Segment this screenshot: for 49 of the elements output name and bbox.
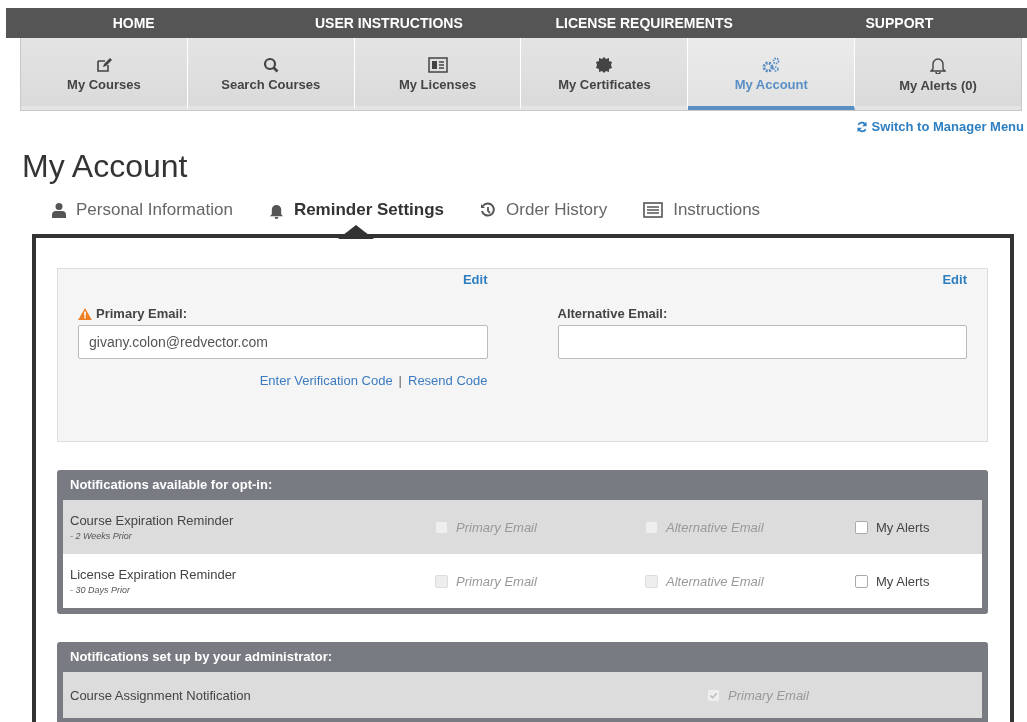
section-tab[interactable]: Order History (480, 198, 608, 222)
history-icon (480, 202, 497, 218)
separator: | (398, 373, 402, 388)
bell-icon (930, 55, 947, 74)
nav-tab[interactable]: My Licenses (354, 38, 522, 110)
nav-link[interactable]: LICENSE REQUIREMENTS (516, 15, 772, 31)
refresh-icon (855, 120, 868, 133)
edit-link[interactable]: Edit (462, 272, 488, 287)
section-tab[interactable]: Reminder Settings (268, 198, 445, 222)
verification-link[interactable]: Enter Verification Code (259, 373, 393, 388)
email-field[interactable]: givany.colon@redvector.com (78, 325, 488, 359)
email-field[interactable] (557, 325, 967, 359)
option-label: Primary Email (456, 573, 537, 589)
search-icon (262, 56, 279, 73)
gears-icon (761, 56, 782, 73)
notification-timing: - 2 Weeks Prior (70, 531, 133, 541)
checkbox[interactable] (855, 574, 868, 588)
field-label: Primary Email: (96, 306, 188, 321)
pencil-square-icon (95, 56, 112, 73)
option-label: Alternative Email (666, 519, 764, 535)
user-icon (52, 202, 66, 218)
notification-name: Course Expiration Reminder (70, 513, 235, 528)
nav-link[interactable]: HOME (6, 15, 262, 31)
nav-tab[interactable]: My Certificates (521, 38, 689, 110)
field-label: Alternative Email: (557, 306, 668, 321)
nav-tab[interactable]: My Courses (21, 38, 188, 110)
seal-icon (596, 56, 613, 73)
verification-link[interactable]: Resend Code (408, 373, 488, 388)
notification-name: Course Assignment Notification (70, 687, 252, 703)
nav-link[interactable]: USER INSTRUCTIONS (261, 15, 517, 31)
list-icon (643, 202, 664, 218)
switch-menu-link[interactable]: Switch to Manager Menu (855, 119, 1024, 134)
panel-header: Notifications available for opt-in: (69, 476, 274, 494)
option-label: My Alerts (876, 573, 930, 589)
panel-header: Notifications set up by your administrator: (69, 648, 334, 666)
page-title: My Account (22, 147, 189, 186)
checkbox[interactable] (855, 520, 868, 534)
id-card-icon (427, 56, 448, 73)
notification-timing: - 30 Days Prior (70, 585, 132, 595)
nav-link[interactable]: SUPPORT (771, 15, 1027, 31)
section-tab[interactable]: Personal Information (52, 198, 233, 222)
option-label: Alternative Email (666, 573, 764, 589)
nav-tab[interactable]: Search Courses (187, 38, 355, 110)
section-tab[interactable]: Instructions (643, 198, 761, 222)
option-label: My Alerts (876, 519, 930, 535)
option-label: Primary Email (456, 519, 537, 535)
option-label: Primary Email (728, 687, 809, 703)
edit-link[interactable]: Edit (942, 272, 967, 287)
notification-name: License Expiration Reminder (70, 567, 238, 582)
